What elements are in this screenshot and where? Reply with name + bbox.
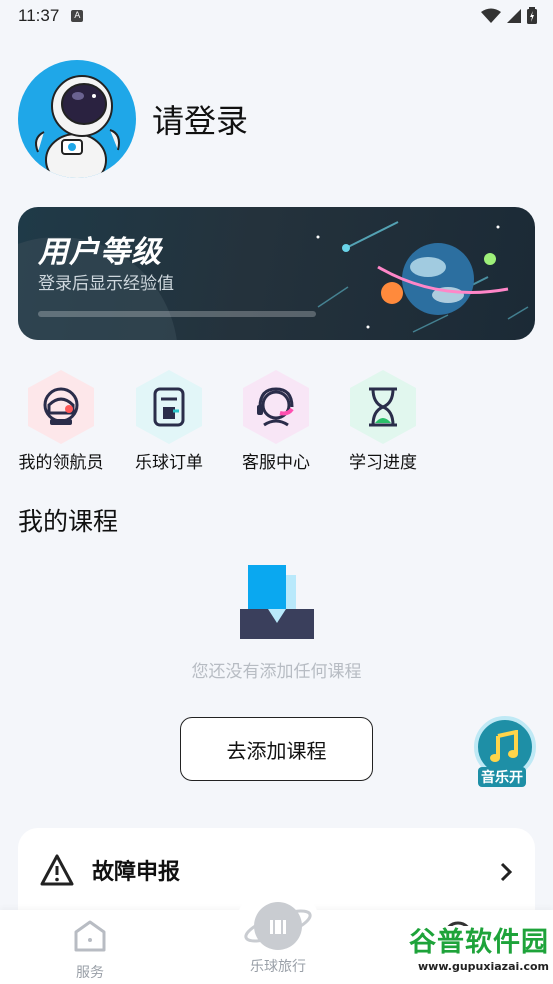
add-course-button[interactable]: 去添加课程 [180,717,373,781]
astronaut-avatar-icon [35,75,120,178]
headset-icon [241,370,311,444]
tab-service[interactable]: 服务 [72,918,108,982]
warning-icon [40,854,74,886]
home-shield-icon [74,920,106,952]
order-doc-icon [134,370,204,444]
watermark-url: www.gupuxiazai.com [418,960,549,973]
empty-courses-text: 您还没有添加任何课程 [191,662,362,682]
battery-icon [527,7,537,24]
astronaut-helmet-icon [26,370,96,444]
level-subtitle: 登录后显示经验值 [38,274,174,294]
wifi-icon [481,8,501,23]
quick-actions: 我的领航员 乐球订单 客服中心 学习进度 [0,370,553,480]
watermark-title: 谷普软件园 [409,927,549,958]
music-toggle-button[interactable]: 音乐开 [474,716,536,787]
status-time: 11:37 [18,6,60,25]
level-title: 用户等级 [38,235,162,270]
quick-action-support[interactable]: 客服中心 [226,370,326,473]
status-bar: 11:37 A [0,0,553,32]
signal-icon [507,8,521,23]
notification-icon: A [71,10,84,22]
tab-label: 服务 [76,965,104,981]
fault-report-label: 故障申报 [92,860,181,885]
login-prompt[interactable]: 请登录 [152,96,248,142]
chevron-right-icon [500,862,513,882]
profile-header[interactable]: 请登录 [18,60,248,178]
my-courses-title: 我的课程 [18,507,119,536]
empty-inbox-icon [240,565,314,639]
quick-action-navigator[interactable]: 我的领航员 [11,370,111,473]
experience-progress-bar [38,311,316,317]
quick-action-orders[interactable]: 乐球订单 [119,370,219,473]
tab-label: 乐球旅行 [250,959,306,975]
status-icons [481,7,537,24]
tab-travel[interactable]: 乐球旅行 [241,896,315,976]
quick-action-label: 乐球订单 [135,453,203,473]
watermark-logo: 谷普软件园 www.gupuxiazai.com [385,926,553,984]
planet-travel-icon [244,902,312,950]
quick-action-label: 学习进度 [349,453,417,473]
user-level-card[interactable]: 用户等级 登录后显示经验值 [18,207,535,340]
quick-action-progress[interactable]: 学习进度 [333,370,433,473]
hourglass-icon [348,370,418,444]
fault-report-content: 故障申报 [40,854,180,886]
quick-action-label: 我的领航员 [18,453,104,473]
music-toggle-label: 音乐开 [478,767,526,787]
avatar[interactable] [18,60,136,178]
quick-action-label: 客服中心 [242,453,310,473]
